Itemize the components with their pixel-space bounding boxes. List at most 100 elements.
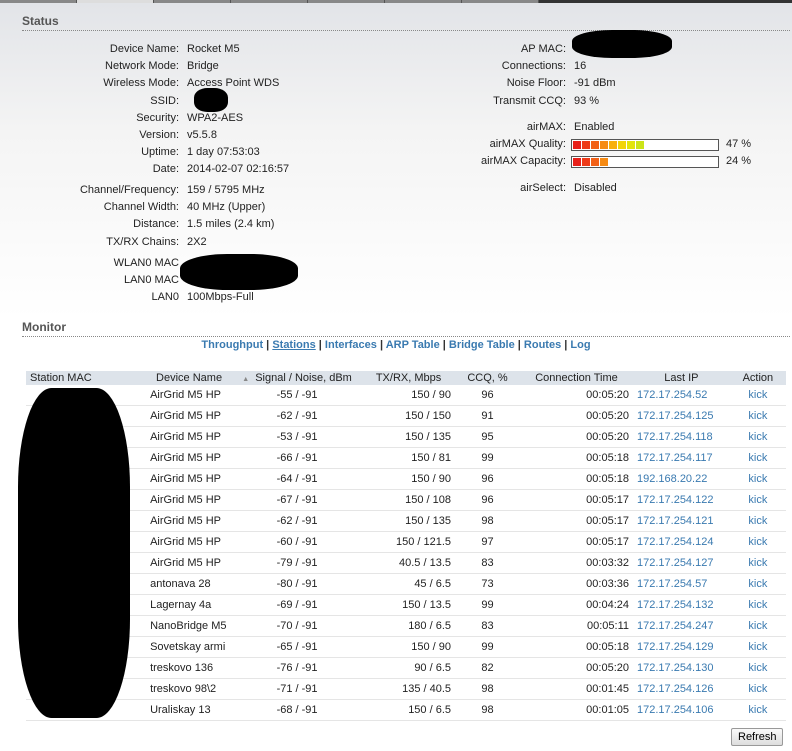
ccq: 98 <box>455 699 521 721</box>
kick-link[interactable]: kick <box>729 615 786 637</box>
tx-rx: 150 / 121.5 <box>362 531 456 553</box>
column-header[interactable]: ▲ Signal / Noise, dBm <box>232 371 363 385</box>
nav-link-interfaces[interactable]: Interfaces <box>325 339 377 351</box>
device-name: AirGrid M5 HP <box>146 552 233 574</box>
bar-segment <box>591 141 599 149</box>
connection-time: 00:01:05 <box>520 699 633 721</box>
column-header[interactable]: Station MAC <box>26 371 147 385</box>
field-label: Wireless Mode: <box>103 77 179 90</box>
table-row: AirGrid M5 HP -67 / -91 150 / 108 96 00:05:1… <box>26 489 786 511</box>
ccq: 96 <box>455 489 521 511</box>
field-value: Bridge <box>187 60 219 73</box>
tx-rx: 150 / 90 <box>362 385 456 406</box>
last-ip-link[interactable]: 172.17.254.130 <box>633 657 730 679</box>
nav-link-routes[interactable]: Routes <box>524 339 561 351</box>
status-heading: Status <box>22 14 790 31</box>
last-ip-link[interactable]: 172.17.254.124 <box>633 531 730 553</box>
bar-segment <box>573 141 581 149</box>
kick-link[interactable]: kick <box>729 531 786 553</box>
bar-segment <box>618 141 626 149</box>
field-value: 16 <box>574 60 587 73</box>
field-value: 40 MHz (Upper) <box>187 201 266 214</box>
column-header[interactable]: Action <box>729 371 786 385</box>
field-label: AP MAC: <box>520 43 566 55</box>
last-ip-link[interactable]: 172.17.254.121 <box>633 510 730 532</box>
airmax-quality-bar <box>571 139 719 151</box>
bar-segment <box>591 158 599 166</box>
signal-noise: -66 / -91 <box>232 447 363 469</box>
last-ip-link[interactable]: 172.17.254.122 <box>633 489 730 511</box>
kick-link[interactable]: kick <box>729 405 786 427</box>
refresh-button[interactable]: Refresh <box>731 728 783 746</box>
connection-time: 00:05:18 <box>520 468 633 490</box>
redacted-station-macs <box>18 388 130 718</box>
status-field: LAN0 100Mbps-Full <box>64 289 253 306</box>
signal-noise: -60 / -91 <box>232 531 363 553</box>
signal-noise: -62 / -91 <box>232 510 363 532</box>
ccq: 83 <box>455 615 521 637</box>
last-ip-link[interactable]: 192.168.20.22 <box>633 468 730 490</box>
connection-time: 00:05:18 <box>520 636 633 658</box>
ccq: 96 <box>455 385 521 406</box>
last-ip-link[interactable]: 172.17.254.247 <box>633 615 730 637</box>
kick-link[interactable]: kick <box>729 636 786 658</box>
kick-link[interactable]: kick <box>729 552 786 574</box>
last-ip-link[interactable]: 172.17.254.127 <box>633 552 730 574</box>
table-row: AirGrid M5 HP -53 / -91 150 / 135 95 00:05:2… <box>26 426 786 448</box>
column-header[interactable]: Connection Time <box>520 371 633 385</box>
kick-link[interactable]: kick <box>729 489 786 511</box>
column-header[interactable]: Device Name <box>146 371 233 385</box>
column-header[interactable]: TX/RX, Mbps <box>362 371 456 385</box>
table-row: treskovo 98\2 -71 / -91 135 / 40.5 98 00:01:… <box>26 678 786 700</box>
signal-noise: -68 / -91 <box>232 699 363 721</box>
signal-noise: -64 / -91 <box>232 468 363 490</box>
nav-link-log[interactable]: Log <box>570 339 590 351</box>
connection-time: 00:05:20 <box>520 405 633 427</box>
last-ip-link[interactable]: 172.17.254.129 <box>633 636 730 658</box>
signal-noise: -76 / -91 <box>232 657 363 679</box>
connection-time: 00:01:45 <box>520 678 633 700</box>
last-ip-link[interactable]: 172.17.254.57 <box>633 573 730 595</box>
device-name: Sovetskay armi <box>146 636 233 658</box>
field-label: Channel Width: <box>103 201 179 214</box>
signal-noise: -70 / -91 <box>232 615 363 637</box>
kick-link[interactable]: kick <box>729 385 786 406</box>
status-field: Noise Floor: -91 dBm <box>460 75 616 92</box>
last-ip-link[interactable]: 172.17.254.125 <box>633 405 730 427</box>
kick-link[interactable]: kick <box>729 426 786 448</box>
connection-time: 00:03:36 <box>520 573 633 595</box>
kick-link[interactable]: kick <box>729 678 786 700</box>
signal-noise: -69 / -91 <box>232 594 363 616</box>
kick-link[interactable]: kick <box>729 594 786 616</box>
nav-link-throughput[interactable]: Throughput <box>201 339 263 351</box>
kick-link[interactable]: kick <box>729 657 786 679</box>
field-label: Network Mode: <box>105 60 179 73</box>
kick-link[interactable]: kick <box>729 699 786 721</box>
connection-time: 00:03:32 <box>520 552 633 574</box>
nav-link-bridge-table[interactable]: Bridge Table <box>449 339 515 351</box>
last-ip-link[interactable]: 172.17.254.106 <box>633 699 730 721</box>
status-field: Security: WPA2-AES <box>64 110 243 127</box>
kick-link[interactable]: kick <box>729 573 786 595</box>
status-field: WLAN0 MAC <box>64 255 187 272</box>
table-row: AirGrid M5 HP -66 / -91 150 / 81 99 00:05:18… <box>26 447 786 469</box>
last-ip-link[interactable]: 172.17.254.126 <box>633 678 730 700</box>
nav-link-stations[interactable]: Stations <box>272 339 315 351</box>
kick-link[interactable]: kick <box>729 447 786 469</box>
connection-time: 00:05:20 <box>520 657 633 679</box>
field-value: -91 dBm <box>574 77 616 90</box>
last-ip-link[interactable]: 172.17.254.52 <box>633 385 730 406</box>
kick-link[interactable]: kick <box>729 510 786 532</box>
device-name: Uraliskay 13 <box>146 699 233 721</box>
device-name: antonava 28 <box>146 573 233 595</box>
kick-link[interactable]: kick <box>729 468 786 490</box>
column-header[interactable]: Last IP <box>633 371 730 385</box>
last-ip-link[interactable]: 172.17.254.117 <box>633 447 730 469</box>
last-ip-link[interactable]: 172.17.254.132 <box>633 594 730 616</box>
nav-link-arp-table[interactable]: ARP Table <box>386 339 440 351</box>
tx-rx: 150 / 135 <box>362 426 456 448</box>
last-ip-link[interactable]: 172.17.254.118 <box>633 426 730 448</box>
tx-rx: 180 / 6.5 <box>362 615 456 637</box>
column-header[interactable]: CCQ, % <box>455 371 521 385</box>
device-name: AirGrid M5 HP <box>146 531 233 553</box>
